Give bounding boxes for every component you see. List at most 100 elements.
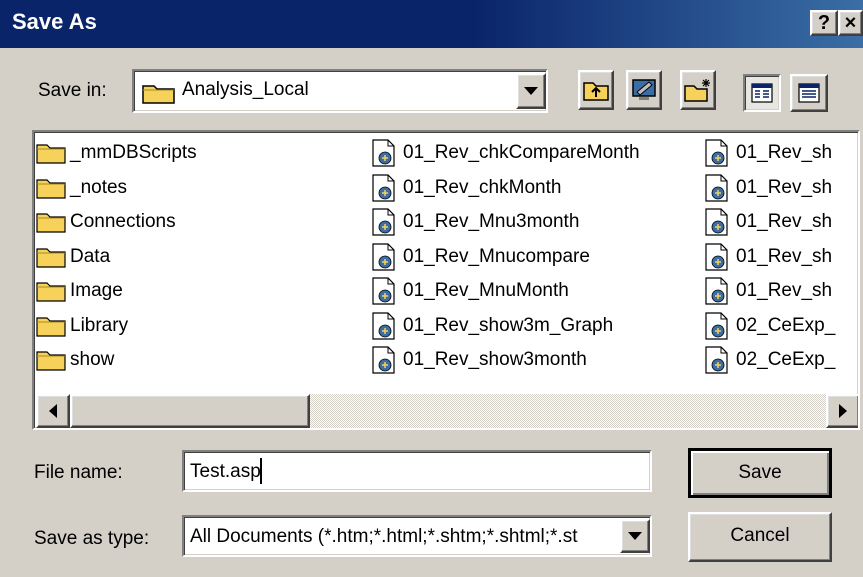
chevron-down-icon (628, 532, 642, 540)
asp-file-icon (705, 277, 728, 305)
save-button[interactable]: Save (688, 448, 832, 498)
folder-icon (36, 282, 66, 302)
folder-item-label: Connections (70, 211, 176, 233)
file-item-label: 01_Rev_sh (736, 245, 833, 267)
dropdown-arrow-button[interactable] (516, 73, 546, 109)
cancel-button[interactable]: Cancel (688, 512, 832, 562)
asp-file-icon (372, 346, 395, 374)
save-in-dropdown[interactable]: Analysis_Local (132, 69, 548, 113)
file-item[interactable]: 01_Rev_sh (702, 136, 835, 171)
asp-file-icon (372, 174, 395, 202)
close-button[interactable]: × (838, 10, 863, 36)
scroll-left-button[interactable] (36, 394, 70, 428)
title-bar: Save As ? × (0, 0, 863, 48)
asp-file-icon (705, 312, 728, 340)
folder-up-icon (583, 82, 609, 101)
desktop-button[interactable] (626, 70, 662, 110)
file-item-label: 01_Rev_sh (736, 176, 833, 198)
asp-file-icon (372, 208, 395, 236)
file-item[interactable]: 01_Rev_show3month (369, 343, 640, 378)
up-one-level-button[interactable] (578, 70, 614, 110)
file-item[interactable]: 01_Rev_sh (702, 240, 835, 275)
file-item[interactable]: 01_Rev_sh (702, 205, 835, 240)
file-item[interactable]: 02_CeExp_ (702, 343, 835, 378)
file-item-label: 01_Rev_Mnucompare (403, 245, 590, 267)
file-column-2: 01_Rev_chkCompareMonth 01_Rev_chkMonth 01_… (369, 136, 640, 378)
list-view-button[interactable] (743, 74, 781, 112)
file-item-label: 01_Rev_show3m_Graph (403, 314, 614, 336)
file-column-1: _mmDBScripts _notes Connections Data Image Li… (36, 136, 197, 378)
file-item[interactable]: 01_Rev_chkCompareMonth (369, 136, 640, 171)
asp-file-icon (705, 208, 728, 236)
folder-item-label: _mmDBScripts (70, 142, 197, 164)
file-item[interactable]: 01_Rev_show3m_Graph (369, 309, 640, 344)
save-as-type-label: Save as type: (34, 528, 150, 549)
dropdown-arrow-button[interactable] (620, 519, 650, 553)
arrow-right-icon (839, 404, 847, 418)
file-item[interactable]: 01_Rev_MnuMonth (369, 274, 640, 309)
folder-item[interactable]: Library (36, 309, 197, 344)
folder-item-label: show (70, 349, 115, 371)
text-caret (260, 458, 262, 484)
file-item-label: 01_Rev_sh (736, 280, 833, 302)
asp-file-icon (705, 174, 728, 202)
save-in-label: Save in: (38, 80, 107, 101)
folder-item[interactable]: Connections (36, 205, 197, 240)
file-item-label: 01_Rev_chkMonth (403, 176, 562, 198)
folder-item[interactable]: Image (36, 274, 197, 309)
save-as-type-value: All Documents (*.htm;*.html;*.shtm;*.sht… (190, 526, 578, 547)
folder-item[interactable]: Data (36, 240, 197, 275)
asp-file-icon (705, 243, 728, 271)
horizontal-scrollbar[interactable] (36, 394, 858, 428)
folder-item-label: Image (70, 280, 123, 302)
file-name-value: Test.asp (190, 461, 261, 482)
details-view-button[interactable] (790, 74, 828, 112)
file-item-label: 01_Rev_MnuMonth (403, 280, 569, 302)
desktop-icon (632, 79, 656, 100)
file-item-label: 01_Rev_sh (736, 211, 833, 233)
file-item[interactable]: 01_Rev_chkMonth (369, 171, 640, 206)
scroll-right-button[interactable] (826, 394, 858, 428)
folder-item-label: Library (70, 314, 129, 336)
file-item-label: 01_Rev_show3month (403, 349, 587, 371)
asp-file-icon (372, 243, 395, 271)
file-item-label: 02_CeExp_ (736, 349, 836, 371)
new-folder-icon (684, 79, 710, 102)
folder-item[interactable]: show (36, 343, 197, 378)
help-button[interactable]: ? (810, 10, 838, 36)
details-view-icon (798, 83, 820, 103)
file-item[interactable]: 02_CeExp_ (702, 309, 835, 344)
asp-file-icon (705, 139, 728, 167)
folder-item[interactable]: _notes (36, 171, 197, 206)
file-item[interactable]: 01_Rev_sh (702, 171, 835, 206)
file-column-3: 01_Rev_sh 01_Rev_sh 01_Rev_sh 01_Rev_sh 01_R… (702, 136, 835, 378)
save-as-type-dropdown[interactable]: All Documents (*.htm;*.html;*.shtm;*.sht… (182, 515, 652, 557)
file-item-label: 02_CeExp_ (736, 314, 836, 336)
file-item[interactable]: 01_Rev_Mnucompare (369, 240, 640, 275)
folder-icon (36, 248, 66, 268)
file-name-input[interactable]: Test.asp (182, 450, 652, 492)
new-folder-button[interactable] (680, 70, 716, 110)
file-item[interactable]: 01_Rev_sh (702, 274, 835, 309)
asp-file-icon (705, 346, 728, 374)
file-list[interactable]: _mmDBScripts _notes Connections Data Image Li… (32, 130, 860, 430)
folder-icon (36, 317, 66, 337)
folder-item-label: _notes (70, 176, 128, 198)
folder-item[interactable]: _mmDBScripts (36, 136, 197, 171)
file-item[interactable]: 01_Rev_Mnu3month (369, 205, 640, 240)
file-item-label: 01_Rev_sh (736, 142, 833, 164)
save-in-value: Analysis_Local (182, 79, 309, 100)
folder-icon (36, 144, 66, 164)
folder-icon (36, 213, 66, 233)
window-title: Save As (12, 9, 97, 34)
arrow-left-icon (49, 404, 57, 418)
list-view-icon (751, 83, 773, 103)
file-name-label: File name: (34, 462, 123, 483)
chevron-down-icon (524, 87, 538, 95)
scroll-thumb[interactable] (70, 394, 310, 428)
file-item-label: 01_Rev_Mnu3month (403, 211, 580, 233)
folder-icon (36, 351, 66, 371)
asp-file-icon (372, 139, 395, 167)
asp-file-icon (372, 277, 395, 305)
folder-icon (36, 179, 66, 199)
